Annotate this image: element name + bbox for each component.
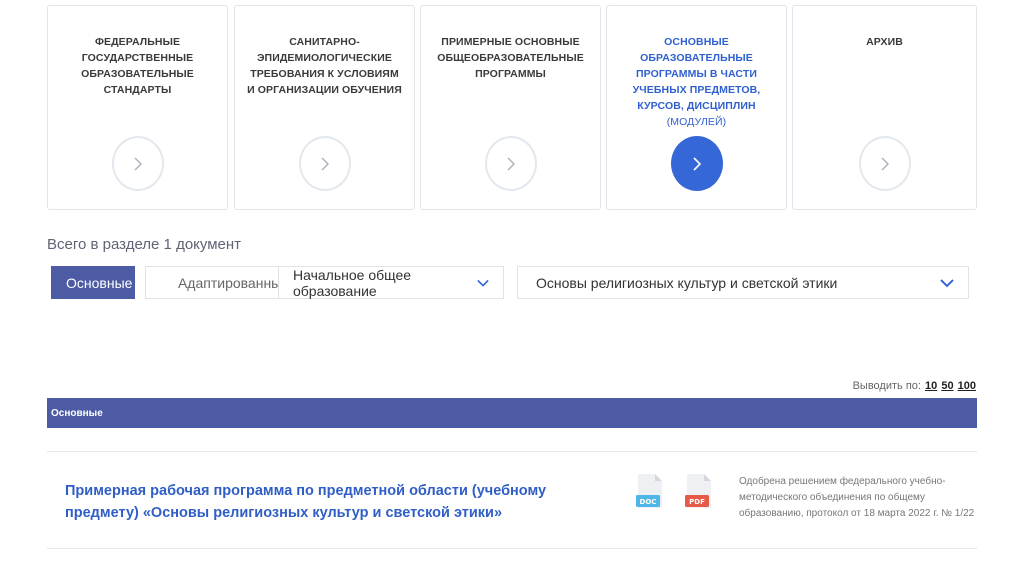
card-title: Архив xyxy=(866,36,903,48)
divider xyxy=(47,451,977,452)
card-subtitle: (модулей) xyxy=(666,116,727,128)
card-title: Федеральные государственные образователь… xyxy=(81,36,194,96)
card-sanitary[interactable]: Санитарно-эпидемиологические требования … xyxy=(234,5,415,210)
level-select-value: Начальное общее образование xyxy=(293,266,412,299)
chevron-right-icon xyxy=(134,157,142,170)
card-fgos[interactable]: Федеральные государственные образователь… xyxy=(47,5,228,210)
category-cards: Федеральные государственные образователь… xyxy=(47,5,977,212)
document-count: Всего в разделе 1 документ xyxy=(47,236,242,253)
filter-bar: Основные Адаптированные Начальное общее … xyxy=(51,266,971,300)
chevron-right-icon xyxy=(881,157,889,170)
card-title: Основные образовательные программы в час… xyxy=(617,34,776,130)
card-title: Санитарно-эпидемиологические требования … xyxy=(247,36,402,96)
chevron-right-icon xyxy=(321,157,329,170)
card-arrow-button[interactable] xyxy=(484,136,537,191)
section-header: Основные xyxy=(47,398,977,428)
card-arrow-button[interactable] xyxy=(298,136,351,191)
doc-label: DOC xyxy=(640,498,657,506)
level-select[interactable]: Начальное общее образование xyxy=(278,266,504,299)
document-title-link[interactable]: Примерная рабочая программа по предметно… xyxy=(65,480,585,524)
pdf-label: PDF xyxy=(689,498,705,506)
card-arrow-button[interactable] xyxy=(858,136,911,191)
chevron-down-icon xyxy=(940,278,954,287)
per-page-50-link[interactable]: 50 xyxy=(941,380,953,392)
subject-select[interactable]: Основы религиозных культур и светской эт… xyxy=(517,266,969,299)
card-title: Примерные основные общеобразовательные п… xyxy=(437,36,584,80)
per-page-100-link[interactable]: 100 xyxy=(958,380,976,392)
chevron-right-icon xyxy=(507,157,515,170)
chevron-down-icon xyxy=(477,279,489,287)
per-page-control: Выводить по: 10 50 100 xyxy=(853,380,976,392)
card-arrow-button[interactable] xyxy=(111,136,164,191)
filter-basic-button[interactable]: Основные xyxy=(51,266,135,299)
doc-file-icon[interactable]: DOC xyxy=(636,474,664,510)
divider xyxy=(47,548,977,549)
card-arrow-button[interactable] xyxy=(670,136,723,191)
card-main-programs[interactable]: Основные образовательные программы в час… xyxy=(606,5,787,210)
pdf-file-icon[interactable]: PDF xyxy=(685,474,713,510)
document-note: Одобрена решением федерального учебно-ме… xyxy=(739,476,975,519)
card-sample-programs[interactable]: Примерные основные общеобразовательные п… xyxy=(420,5,601,210)
per-page-10-link[interactable]: 10 xyxy=(925,380,937,392)
per-page-label: Выводить по: xyxy=(852,380,921,392)
subject-select-value: Основы религиозных культур и светской эт… xyxy=(536,274,838,291)
card-archive[interactable]: Архив xyxy=(792,5,977,210)
chevron-right-icon xyxy=(692,156,701,171)
